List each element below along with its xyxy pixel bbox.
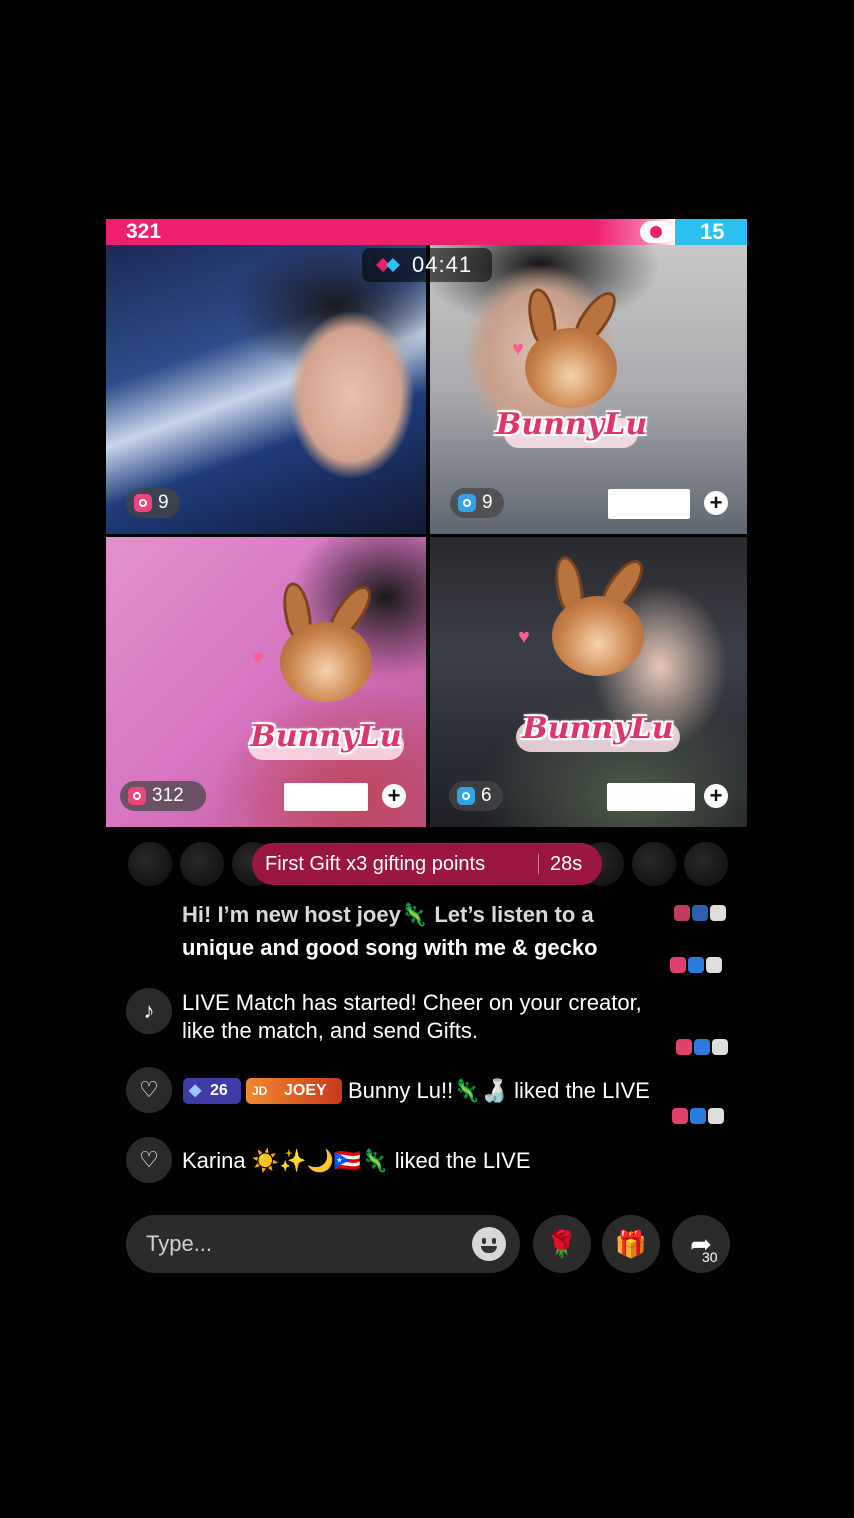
- fan-club-name: JOEY: [284, 1082, 327, 1099]
- match-timer: 04:41: [362, 248, 492, 282]
- bunny-face: [552, 596, 644, 676]
- supporter-avatar[interactable]: [128, 842, 172, 886]
- gift-button[interactable]: 🎁: [602, 1215, 660, 1273]
- share-count: 30: [702, 1249, 718, 1265]
- timer-text: 04:41: [412, 252, 473, 277]
- viewer-count-value: 9: [482, 492, 493, 513]
- gem-level-badge: ◆ 26: [183, 1078, 241, 1104]
- fan-club-prefix: JD: [252, 1084, 268, 1098]
- bunny-face: [525, 328, 617, 408]
- bunny-sticker: ♥ BunnyLu: [240, 579, 412, 760]
- heart-icon: ♥: [252, 647, 264, 669]
- gift-icon: 🎁: [614, 1229, 648, 1259]
- share-icon: ➦: [690, 1229, 712, 1259]
- team-indicator-icon: [670, 904, 732, 922]
- rose-icon: 🌹: [545, 1229, 579, 1259]
- team-indicator-icon: [672, 1038, 734, 1056]
- viewer-count-value: 6: [481, 785, 492, 806]
- comment-placeholder: Type...: [146, 1231, 213, 1256]
- sticker-label: BunnyLu: [522, 711, 674, 746]
- follow-button[interactable]: +: [704, 491, 728, 515]
- gem-icon: ◆: [189, 1082, 202, 1099]
- gem-level-value: 26: [210, 1082, 228, 1099]
- comment-input[interactable]: Type...: [126, 1215, 520, 1273]
- battle-icon: [376, 258, 400, 272]
- chat-like-1: Bunny Lu!!🦎🍶 liked the LIVE: [348, 1078, 650, 1103]
- viewer-count-value: 312: [152, 785, 184, 806]
- heart-icon: ♥: [512, 338, 524, 360]
- bunny-sticker: ♥ BunnyLu: [508, 553, 688, 752]
- fan-club-badge: JD JOEY: [246, 1078, 342, 1104]
- sticker-label: BunnyLu: [496, 407, 648, 442]
- tiktok-glyph: ♪: [143, 998, 155, 1023]
- camera-icon: [128, 787, 146, 805]
- viewer-count-4: 6: [449, 781, 503, 811]
- viewer-count-3: 312: [120, 781, 206, 811]
- sticker-label: BunnyLu: [250, 719, 402, 754]
- bunny-face: [280, 622, 372, 702]
- rose-gift-button[interactable]: 🌹: [533, 1215, 591, 1273]
- bunny-sticker: ♥ BunnyLu: [496, 285, 648, 448]
- emoji-icon[interactable]: [472, 1227, 506, 1261]
- heart-glyph: ♡: [139, 1147, 159, 1172]
- score-right: 15: [700, 219, 725, 244]
- supporter-avatar[interactable]: [684, 842, 728, 886]
- share-button[interactable]: ➦ 30: [672, 1215, 730, 1273]
- battle-vs-icon: [640, 221, 674, 243]
- gift-banner[interactable]: First Gift x3 gifting points 28s: [252, 843, 602, 885]
- camera-icon: [134, 494, 152, 512]
- heart-icon: ♥: [518, 626, 530, 648]
- redacted-name: [608, 489, 690, 519]
- banner-divider: [538, 854, 539, 874]
- viewer-count-1: 9: [126, 488, 180, 518]
- supporter-avatar[interactable]: [180, 842, 224, 886]
- redacted-name: [607, 783, 695, 811]
- supporter-avatar[interactable]: [632, 842, 676, 886]
- heart-icon: ♡: [126, 1067, 172, 1113]
- chat-like-2: Karina ☀️✨🌙🇵🇷🦎 liked the LIVE: [182, 1148, 531, 1173]
- chat-pinned-line2: unique and good song with me & gecko: [182, 935, 598, 960]
- tiktok-icon: ♪: [126, 988, 172, 1034]
- heart-glyph: ♡: [139, 1077, 159, 1102]
- chat-system-line2: like the match, and send Gifts.: [182, 1018, 478, 1043]
- camera-icon: [457, 787, 475, 805]
- viewer-count-2: 9: [450, 488, 504, 518]
- score-left: 321: [126, 220, 162, 243]
- team-indicator-icon: [666, 956, 728, 974]
- camera-icon: [458, 494, 476, 512]
- viewer-count-value: 9: [158, 492, 169, 513]
- chat-pinned-line1: Hi! I’m new host joey🦎 Let’s listen to a: [182, 902, 594, 927]
- redacted-name: [284, 783, 368, 811]
- gift-banner-text: First Gift x3 gifting points: [265, 853, 486, 875]
- gift-banner-countdown: 28s: [550, 853, 583, 875]
- team-indicator-icon: [668, 1107, 730, 1125]
- heart-icon: ♡: [126, 1137, 172, 1183]
- follow-button[interactable]: +: [704, 784, 728, 808]
- chat-system-line1: LIVE Match has started! Cheer on your cr…: [182, 990, 642, 1015]
- follow-button[interactable]: +: [382, 784, 406, 808]
